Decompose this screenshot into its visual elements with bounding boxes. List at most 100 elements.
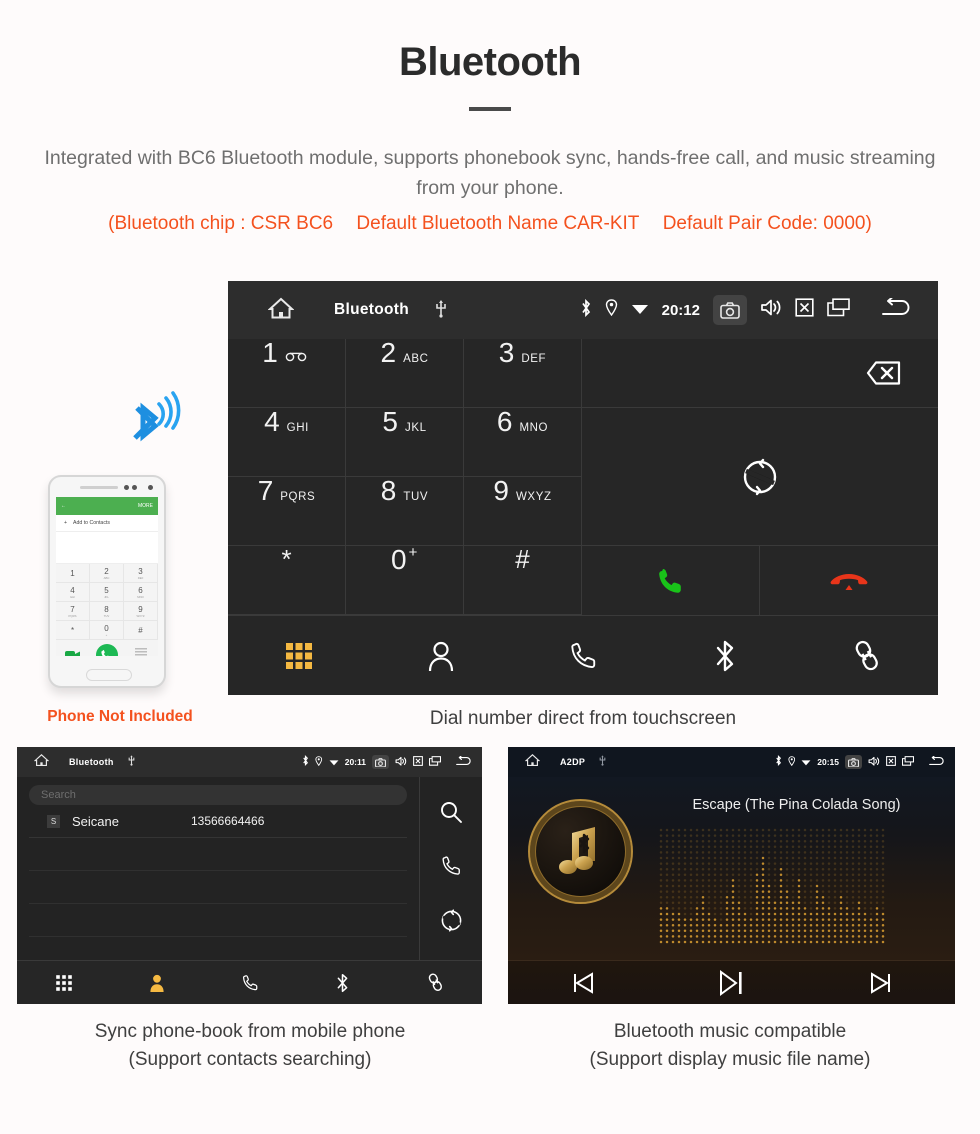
phone-icon [571, 642, 596, 668]
dialer-tab-bar [228, 615, 938, 695]
next-button[interactable] [806, 961, 955, 1004]
tab-bluetooth[interactable] [296, 961, 389, 1004]
contact-row[interactable]: S Seicane 13566664466 [29, 805, 407, 838]
location-icon [605, 299, 618, 321]
phone-key: 1 [56, 564, 90, 583]
dial-key-1[interactable]: 1 [228, 339, 346, 408]
dial-key-digit: 6 [496, 406, 513, 437]
dial-key-5[interactable]: 5 JKL [346, 408, 464, 477]
title-divider [469, 107, 511, 111]
phone-key: 5 JKL [90, 583, 124, 602]
back-icon[interactable] [455, 753, 471, 771]
dial-key-4[interactable]: 4 GHI [228, 408, 346, 477]
search-icon[interactable] [439, 800, 463, 829]
phonebook-side-actions [420, 777, 482, 960]
dial-key-digit: # [515, 544, 530, 574]
back-icon[interactable] [880, 296, 910, 322]
call-button[interactable] [582, 546, 760, 615]
contact-name: Seicane [72, 813, 119, 829]
dial-key-3[interactable]: 3 DEF [464, 339, 582, 408]
previous-button[interactable] [508, 961, 657, 1004]
search-input[interactable]: Search [29, 785, 407, 805]
bluetooth-icon [716, 640, 734, 671]
home-icon[interactable] [267, 296, 295, 325]
hangup-icon [830, 573, 868, 590]
dial-icon[interactable] [440, 854, 462, 883]
phone-key: 6 MNO [124, 583, 158, 602]
phone-key: 3 DEF [124, 564, 158, 583]
play-pause-button[interactable] [657, 961, 806, 1004]
tab-pair[interactable] [389, 961, 482, 1004]
bluetooth-music-note-icon [558, 826, 595, 874]
phonebook-caption-line1: Sync phone-book from mobile phone [94, 1021, 406, 1042]
dial-key-digit: 4 [264, 406, 280, 437]
close-box-icon[interactable] [795, 298, 814, 322]
volume-icon[interactable] [395, 753, 407, 771]
music-visualizer [659, 828, 885, 944]
camera-icon[interactable] [845, 754, 862, 770]
tab-pair[interactable] [796, 616, 938, 695]
dial-key-8[interactable]: 8 TUV [346, 477, 464, 546]
recent-apps-icon[interactable] [827, 298, 850, 322]
spec-bt-name: Default Bluetooth Name CAR-KIT [356, 213, 640, 234]
skip-next-icon [870, 971, 890, 994]
back-icon[interactable] [928, 753, 944, 771]
contact-number: 13566664466 [190, 814, 265, 828]
tab-call-log[interactable] [512, 616, 654, 695]
music-screen: A2DP 20:15 Escape (The Pina Colada Song) [508, 747, 955, 1004]
tab-contacts[interactable] [110, 961, 203, 1004]
phone-appbar: ← MORE [56, 497, 158, 515]
music-control-bar [508, 960, 955, 1004]
usb-icon [599, 753, 606, 771]
music-caption-line2: (Support display music file name) [589, 1049, 871, 1070]
call-icon [658, 568, 681, 593]
dial-key-7[interactable]: 7 PQRS [228, 477, 346, 546]
spec-line: (Bluetooth chip : CSR BC6 Default Blueto… [0, 209, 980, 239]
dial-key-9[interactable]: 9 WXYZ [464, 477, 582, 546]
backspace-button[interactable] [582, 339, 938, 408]
keypad-icon [55, 974, 72, 991]
home-icon[interactable] [524, 753, 541, 772]
bluetooth-icon [580, 298, 592, 322]
phonebook-screen: Bluetooth 20:11 Search S Seicane 1356666… [17, 747, 482, 1004]
phone-appbar-more: MORE [138, 503, 153, 509]
tab-contacts[interactable] [370, 616, 512, 695]
dial-key-plus: + [408, 544, 418, 561]
phone-keypad: 1 2 ABC 3 DEF 4 GHI 5 JKL 6 MNO 7 PQRS 8 TUV 9W… [56, 564, 158, 640]
recent-apps-icon[interactable] [429, 753, 441, 771]
close-box-icon[interactable] [886, 753, 896, 771]
close-box-icon[interactable] [413, 753, 423, 771]
tab-keypad[interactable] [17, 961, 110, 1004]
music-caption: Bluetooth music compatible (Support disp… [480, 1018, 980, 1074]
volume-icon[interactable] [760, 298, 782, 322]
home-icon[interactable] [33, 753, 50, 772]
phone-add-contact-label: Add to Contacts [73, 520, 110, 526]
camera-icon[interactable] [372, 754, 389, 770]
phonebook-clock: 20:11 [344, 757, 366, 767]
volume-icon[interactable] [868, 753, 880, 771]
tab-keypad[interactable] [228, 616, 370, 695]
dial-key-star[interactable]: * [228, 546, 346, 615]
sync-icon[interactable] [440, 909, 463, 937]
dial-key-hash[interactable]: # [464, 546, 582, 615]
tab-call-log[interactable] [203, 961, 296, 1004]
back-arrow-icon: ← [61, 503, 66, 509]
music-caption-line1: Bluetooth music compatible [613, 1021, 847, 1042]
spec-pair-code: Default Pair Code: 0000) [662, 213, 872, 234]
dialer-title: Bluetooth [334, 301, 410, 318]
link-icon [428, 973, 443, 991]
phone-video-icon [65, 651, 80, 656]
sync-button[interactable] [582, 408, 938, 546]
dial-key-0[interactable]: 0 + [346, 544, 464, 615]
contact-row-empty [29, 871, 407, 904]
dial-key-2[interactable]: 2 ABC [346, 339, 464, 408]
camera-icon[interactable] [713, 295, 747, 325]
phonebook-body: Search S Seicane 13566664466 [17, 777, 482, 960]
hangup-button[interactable] [760, 546, 938, 615]
sync-icon [743, 458, 777, 495]
phone-device: ← MORE + Add to Contacts 1 2 ABC 3 DEF 4 GH… [48, 475, 166, 688]
tab-bluetooth[interactable] [654, 616, 796, 695]
phone-key: 0 + [90, 621, 124, 640]
dial-key-6[interactable]: 6 MNO [464, 408, 582, 477]
recent-apps-icon[interactable] [902, 753, 914, 771]
